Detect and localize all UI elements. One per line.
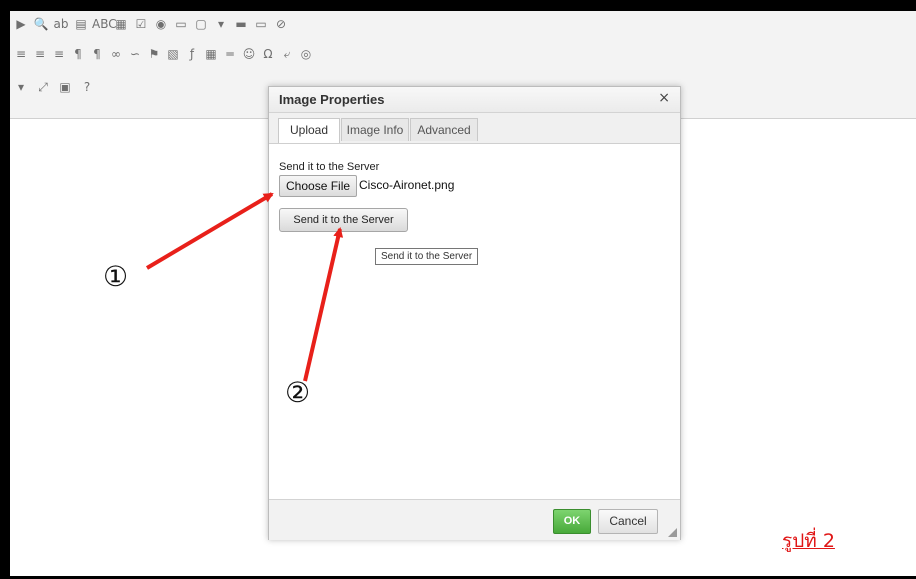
annotation-arrows — [145, 192, 344, 382]
step-marker-1: ① — [103, 260, 129, 293]
editor-window: ▶ 🔍 ab ▤ ABC ▦ ☑ ◉ ▭ ▢ ▾ ▬ ▭ ⊘ ≡ ≡ ≡ ¶ ¶ ∞ ∽ ⚑ ▧ ƒ ▦ ═ ☺ Ω ⤶ ◎ ▾ ⤢ ▣? Im… — [10, 11, 916, 576]
arrow-to-choose-file — [145, 192, 274, 270]
arrow-to-send-button — [303, 227, 344, 382]
step-marker-2: ② — [285, 376, 311, 409]
figure-caption: รูปที่ 2 — [782, 530, 835, 552]
